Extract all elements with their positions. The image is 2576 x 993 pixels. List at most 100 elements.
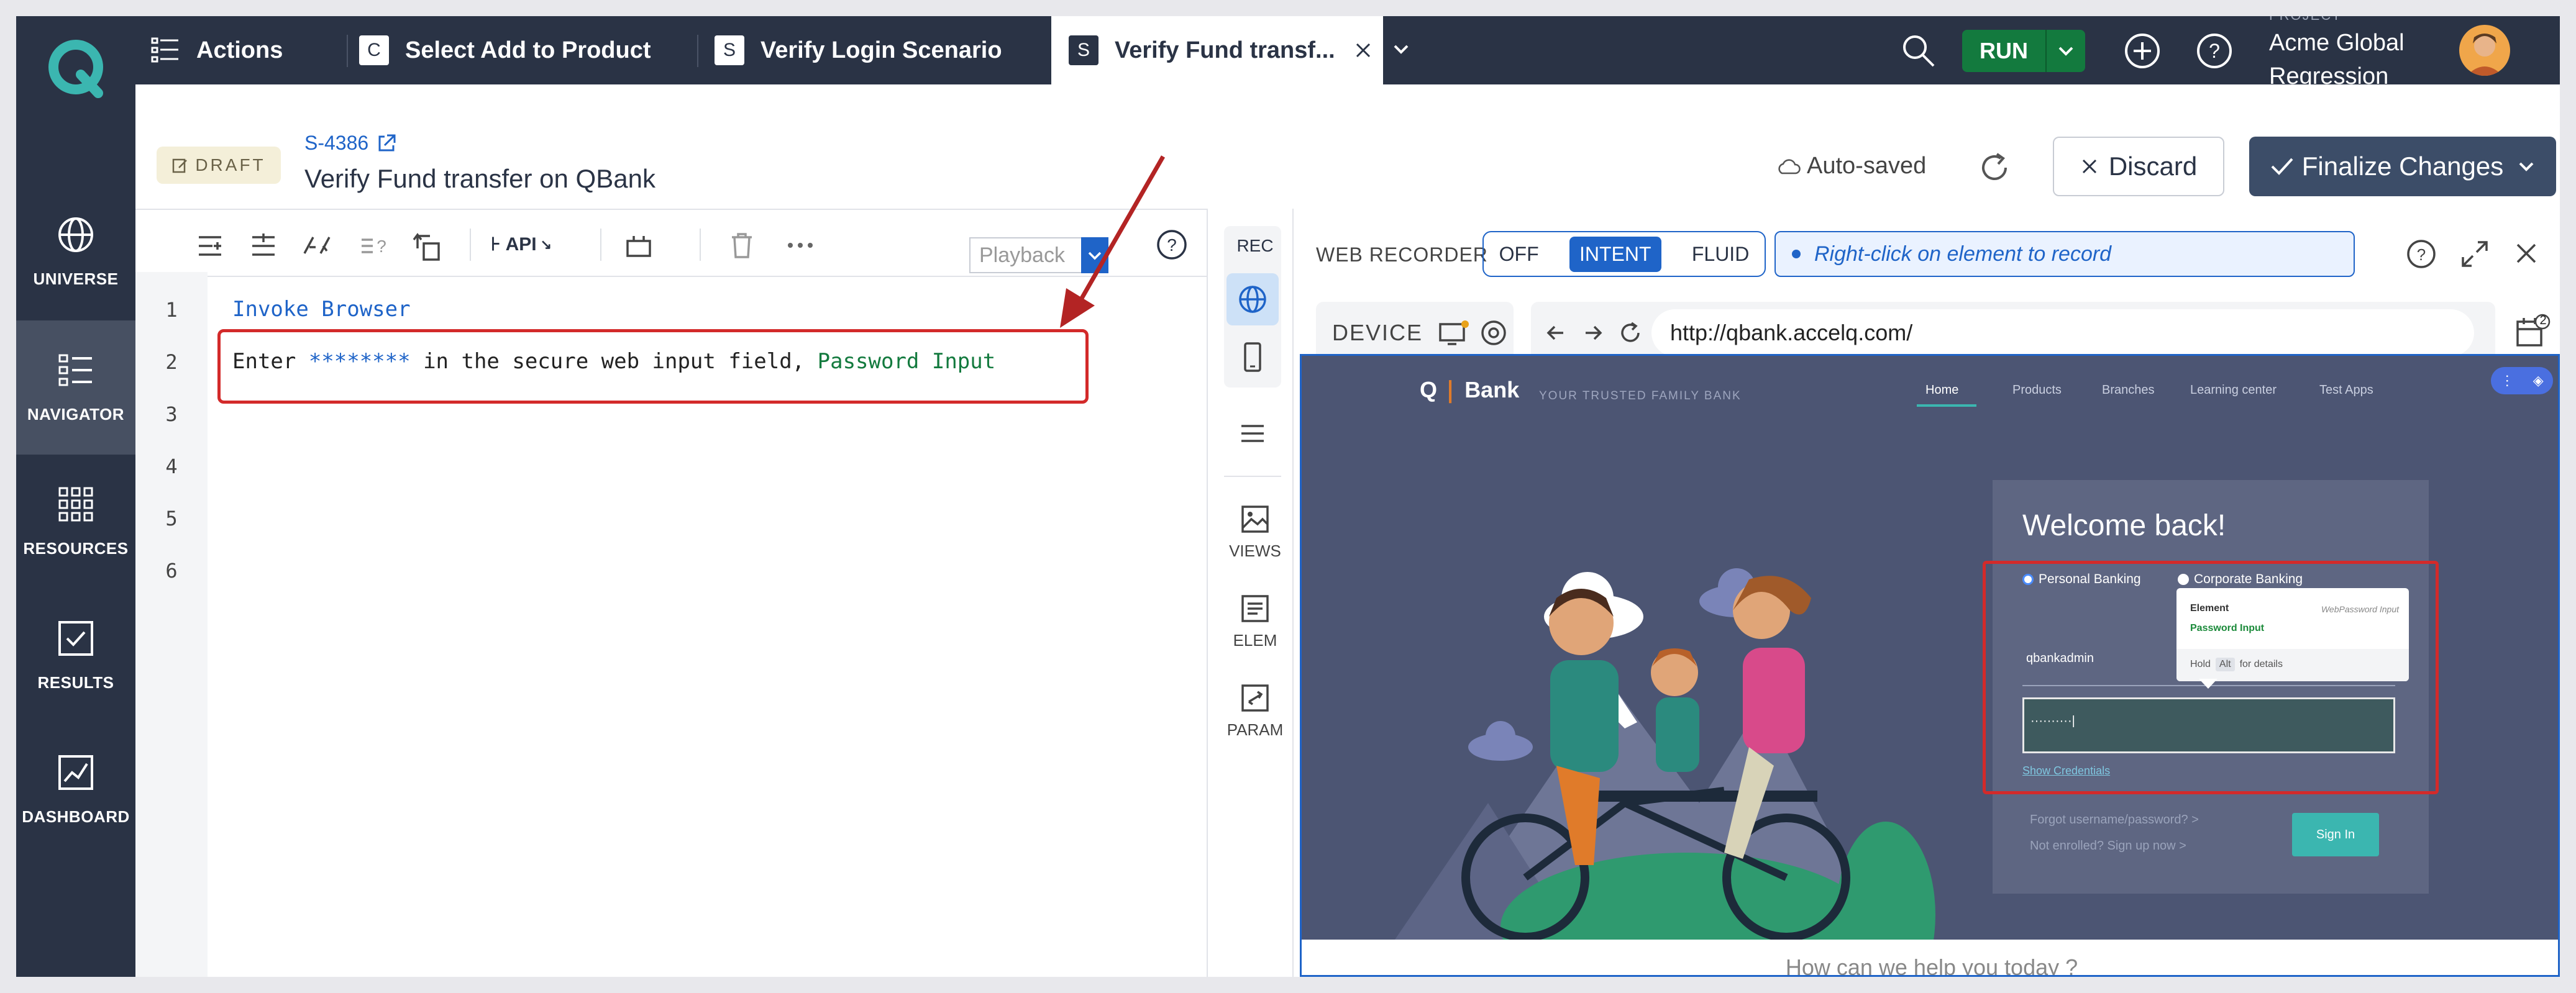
site-nav-learning-center[interactable]: Learning center <box>2190 383 2277 397</box>
expand-icon[interactable] <box>2459 238 2490 270</box>
discard-button[interactable]: Discard <box>2053 137 2224 196</box>
api-label: API <box>505 234 537 255</box>
mode-fluid[interactable]: FLUID <box>1692 243 1749 266</box>
menu-icon[interactable] <box>1239 422 1266 445</box>
page-title: Verify Fund transfer on QBank <box>304 164 655 193</box>
search-icon <box>1903 35 1935 67</box>
help-icon[interactable]: ? <box>2406 238 2437 270</box>
rail-label: NAVIGATOR <box>27 404 125 424</box>
step-line-1[interactable]: Invoke Browser <box>232 297 411 322</box>
desktop-icon <box>1439 320 1469 345</box>
rail-item-navigator[interactable]: NAVIGATOR <box>16 320 135 455</box>
line-number: 4 <box>165 455 178 478</box>
refresh-button[interactable] <box>1977 150 2012 185</box>
elem-button[interactable]: ELEM <box>1225 594 1285 650</box>
list-icon <box>151 37 178 63</box>
enroll-link[interactable]: Not enrolled? Sign up now > <box>2030 839 2186 853</box>
close-icon[interactable] <box>1354 41 1372 60</box>
search-button[interactable] <box>1901 34 1936 68</box>
logic-icon[interactable] <box>302 231 337 261</box>
site-nav-branches[interactable]: Branches <box>2102 383 2155 397</box>
status-badge-label: DRAFT <box>195 155 266 175</box>
mode-off[interactable]: OFF <box>1499 243 1539 266</box>
run-dropdown[interactable] <box>2045 30 2085 72</box>
reload-icon[interactable] <box>1618 320 1643 345</box>
sign-in-button[interactable]: Sign In <box>2292 813 2379 856</box>
device-label: DEVICE <box>1332 320 1423 345</box>
tab-actions[interactable]: Actions <box>150 16 337 84</box>
tab-verify-fund-transfer[interactable]: S Verify Fund transf... <box>1051 16 1383 84</box>
delete-icon[interactable] <box>729 232 754 260</box>
site-nav-home[interactable]: Home <box>1925 383 1958 397</box>
svg-text:?: ? <box>2417 245 2426 264</box>
avatar[interactable] <box>2459 25 2510 76</box>
rail-item-results[interactable]: RESULTS <box>16 589 135 723</box>
check-icon <box>2271 158 2293 175</box>
site-nav-test-apps[interactable]: Test Apps <box>2319 383 2373 397</box>
autosave-status: Auto-saved <box>1776 153 1926 179</box>
help-icon: ? <box>2197 34 2232 68</box>
condition-icon[interactable]: ? <box>359 231 389 261</box>
discard-label: Discard <box>2108 152 2198 181</box>
tabs-overflow-dropdown[interactable] <box>1392 40 1410 58</box>
project-selector[interactable]: PROJECT Acme Global Regression <box>2269 16 2468 84</box>
finalize-label: Finalize Changes <box>2301 152 2504 181</box>
back-arrow-icon[interactable] <box>1545 322 1567 344</box>
qaccelq-logo[interactable] <box>43 35 108 99</box>
close-icon[interactable] <box>2514 241 2539 266</box>
more-icon[interactable] <box>787 241 814 250</box>
pin-icon: ◈ <box>2533 373 2544 388</box>
chart-icon <box>58 755 93 790</box>
line-number: 3 <box>165 402 178 426</box>
add-step-icon[interactable] <box>195 231 225 261</box>
scenario-id-link[interactable]: S-4386 <box>304 132 397 155</box>
views-button[interactable]: VIEWS <box>1225 504 1285 561</box>
app-window: UNIVERSE NAVIGATOR RESOURCES RESULTS DAS… <box>16 16 2560 977</box>
scenario-icon: S <box>1069 35 1098 65</box>
param-button[interactable]: PARAM <box>1225 683 1285 740</box>
api-button[interactable]: ⊦ API ↘ <box>491 234 552 255</box>
globe-icon <box>1239 286 1266 313</box>
rail-label: UNIVERSE <box>33 269 119 288</box>
highlight-box-element <box>1983 561 2439 794</box>
scenario-icon: S <box>715 35 744 65</box>
svg-text:?: ? <box>2209 40 2220 62</box>
recorder-hint: Right-click on element to record <box>1774 231 2355 277</box>
mode-intent[interactable]: INTENT <box>1569 236 1661 272</box>
project-name-line1: Acme Global <box>2269 30 2405 56</box>
check-box-icon <box>58 620 93 656</box>
run-button[interactable]: RUN <box>1962 30 2085 72</box>
insert-step-icon[interactable] <box>249 231 278 261</box>
autosave-label: Auto-saved <box>1807 153 1927 179</box>
url-field[interactable]: http://qbank.accelq.com/ <box>1651 309 2474 356</box>
views-label: VIEWS <box>1229 542 1281 560</box>
tab-verify-login-scenario[interactable]: S Verify Login Scenario <box>715 16 1038 84</box>
tab-label: Verify Login Scenario <box>760 37 1002 63</box>
add-button[interactable] <box>2124 32 2161 70</box>
rail-item-universe[interactable]: UNIVERSE <box>16 185 135 319</box>
scenario-id: S-4386 <box>304 132 369 154</box>
plus-circle-icon <box>2125 34 2160 68</box>
finalize-changes-button[interactable]: Finalize Changes <box>2249 137 2556 196</box>
site-logo[interactable]: Q ❘ Bank <box>1420 377 1519 403</box>
globe-icon <box>58 217 93 252</box>
site-nav-products[interactable]: Products <box>2012 383 2062 397</box>
tab-label: Select Add to Product <box>405 37 651 63</box>
close-icon <box>2082 159 2096 174</box>
drag-handle-icon: ⋮ <box>2500 373 2514 388</box>
status-badge: DRAFT <box>157 147 281 184</box>
recorded-steps-button[interactable]: 2 <box>2514 313 2551 350</box>
tab-select-add-to-product[interactable]: C Select Add to Product <box>359 16 695 84</box>
external-link-icon <box>378 134 396 151</box>
forward-arrow-icon[interactable] <box>1582 322 1604 344</box>
toolbox-icon[interactable] <box>625 232 652 260</box>
list-icon <box>58 354 92 386</box>
help-button[interactable]: ? <box>2196 32 2233 70</box>
mobile-icon[interactable] <box>1240 342 1265 373</box>
rail-item-dashboard[interactable]: DASHBOARD <box>16 723 135 857</box>
copy-icon[interactable] <box>411 231 446 263</box>
web-mode-button[interactable] <box>1226 273 1279 325</box>
recorder-overlay-handle[interactable]: ⋮ ◈ <box>2491 367 2553 394</box>
rail-item-resources[interactable]: RESOURCES <box>16 455 135 589</box>
forgot-credentials-link[interactable]: Forgot username/password? > <box>2030 813 2199 827</box>
